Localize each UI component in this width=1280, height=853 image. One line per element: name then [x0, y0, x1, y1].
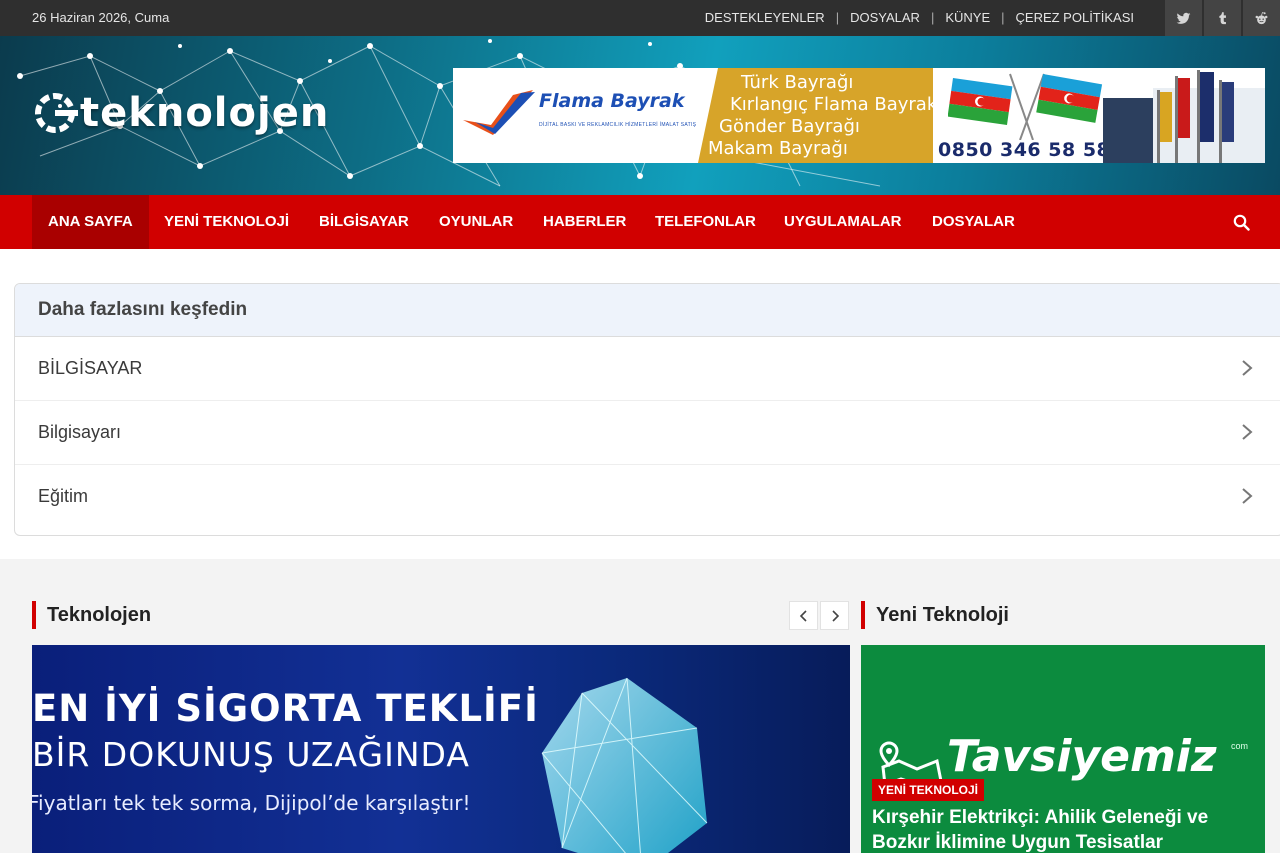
- site-logo[interactable]: teknolojen: [32, 90, 329, 136]
- top-bar: 26 Haziran 2026, Cuma DESTEKLEYENLER | D…: [0, 0, 1280, 36]
- reddit-icon: [1255, 11, 1268, 24]
- banner-line: Gönder Bayrağı: [719, 116, 860, 137]
- discover-item-label: Eğitim: [38, 486, 89, 506]
- nav-item-haberler[interactable]: HABERLER: [527, 195, 642, 249]
- nav-item-telefonlar[interactable]: TELEFONLAR: [639, 195, 772, 249]
- chevron-right-icon: [1242, 488, 1253, 504]
- banner-phone: 0850 346 58 58: [938, 139, 1111, 161]
- slider-prev-button[interactable]: [789, 601, 818, 630]
- top-link-cerez-politikasi[interactable]: ÇEREZ POLİTİKASI: [1016, 10, 1134, 25]
- banner-line: Türk Bayrağı: [741, 72, 854, 93]
- featured-slide[interactable]: EN İYİ SİGORTA TEKLİFİ BİR DOKUNUŞ UZAĞI…: [32, 645, 850, 853]
- logo-gear-icon: [35, 93, 78, 133]
- chevron-right-icon: [1242, 360, 1253, 376]
- discover-item-egitim[interactable]: Eğitim: [15, 465, 1280, 529]
- main-nav: ANA SAYFA YENİ TEKNOLOJİ BİLGİSAYAR OYUN…: [0, 195, 1280, 249]
- category-badge[interactable]: YENİ TEKNOLOJİ: [872, 779, 985, 801]
- site-header: teknolojen Flama Bayrak DİJİTAL BASKI VE…: [0, 36, 1280, 195]
- nav-item-uygulamalar[interactable]: UYGULAMALAR: [768, 195, 918, 249]
- discover-item-bilgisayar[interactable]: BİLGİSAYAR: [15, 337, 1280, 401]
- top-links: DESTEKLEYENLER | DOSYALAR | KÜNYE | ÇERE…: [705, 10, 1134, 25]
- tumblr-button[interactable]: [1204, 0, 1241, 36]
- twitter-button[interactable]: [1165, 0, 1202, 36]
- discover-item-label: Bilgisayarı: [38, 422, 122, 442]
- discover-more-box: Daha fazlasını keşfedin BİLGİSAYAR Bilgi…: [14, 283, 1280, 536]
- flagpoles-icon: [1153, 70, 1265, 163]
- banner-line: Kırlangıç Flama Bayrak: [730, 94, 938, 115]
- section-title-yeni-teknoloji: Yeni Teknoloji: [861, 601, 1009, 629]
- chevron-right-icon: [831, 609, 839, 622]
- chevron-left-icon: [799, 609, 807, 622]
- card-title[interactable]: Kırşehir Elektrikçi: Ahilik Geleneği ve …: [872, 805, 1252, 853]
- crystal-gem-icon: [541, 677, 708, 853]
- twitter-icon: [1176, 12, 1191, 24]
- ad-banner-flama-bayrak[interactable]: Flama Bayrak DİJİTAL BASKI VE REKLAMCILI…: [453, 68, 1265, 163]
- banner-brand: Flama Bayrak: [539, 90, 685, 112]
- slider-next-button[interactable]: [820, 601, 849, 630]
- slide-tagline: Fiyatları tek tek sorma, Dijipol’de karş…: [32, 791, 471, 815]
- banner-line: Makam Bayrağı: [708, 138, 848, 159]
- slide-subheadline: BİR DOKUNUŞ UZAĞINDA: [32, 735, 470, 774]
- nav-item-yeni-teknoloji[interactable]: YENİ TEKNOLOJİ: [148, 195, 305, 249]
- separator: |: [1001, 10, 1005, 25]
- azerbaijan-flags-icon: [948, 73, 1103, 140]
- top-link-kunye[interactable]: KÜNYE: [945, 10, 990, 25]
- nav-item-oyunlar[interactable]: OYUNLAR: [423, 195, 529, 249]
- discover-title: Daha fazlasını keşfedin: [15, 284, 1280, 337]
- side-article-card[interactable]: Tavsiyemiz com YENİ TEKNOLOJİ Kırşehir E…: [861, 645, 1265, 853]
- nav-item-ana-sayfa[interactable]: ANA SAYFA: [32, 195, 149, 249]
- chevron-right-icon: [1242, 424, 1253, 440]
- slider-controls: [789, 601, 849, 630]
- top-link-dosyalar[interactable]: DOSYALAR: [850, 10, 920, 25]
- current-date: 26 Haziran 2026, Cuma: [32, 10, 170, 25]
- tumblr-icon: [1219, 11, 1226, 24]
- reddit-button[interactable]: [1243, 0, 1280, 36]
- separator: |: [835, 10, 840, 25]
- logo-text: teknolojen: [80, 90, 330, 136]
- flama-swoosh-icon: [463, 90, 535, 135]
- discover-item-label: BİLGİSAYAR: [38, 358, 143, 378]
- top-link-destekleyenler[interactable]: DESTEKLEYENLER: [705, 10, 825, 25]
- slide-headline: EN İYİ SİGORTA TEKLİFİ: [32, 687, 539, 730]
- search-icon[interactable]: [1233, 214, 1250, 231]
- discover-item-bilgisayari[interactable]: Bilgisayarı: [15, 401, 1280, 465]
- separator: |: [930, 10, 935, 25]
- card-brand: Tavsiyemiz: [947, 731, 1217, 782]
- social-links: [1163, 0, 1280, 36]
- card-brand-suffix: com: [1231, 741, 1249, 751]
- banner-brand-sub: DİJİTAL BASKI VE REKLAMCILIK HİZMETLERİ …: [539, 122, 697, 128]
- section-title-teknolojen: Teknolojen: [32, 601, 151, 629]
- nav-item-bilgisayar[interactable]: BİLGİSAYAR: [303, 195, 425, 249]
- nav-item-dosyalar[interactable]: DOSYALAR: [916, 195, 1031, 249]
